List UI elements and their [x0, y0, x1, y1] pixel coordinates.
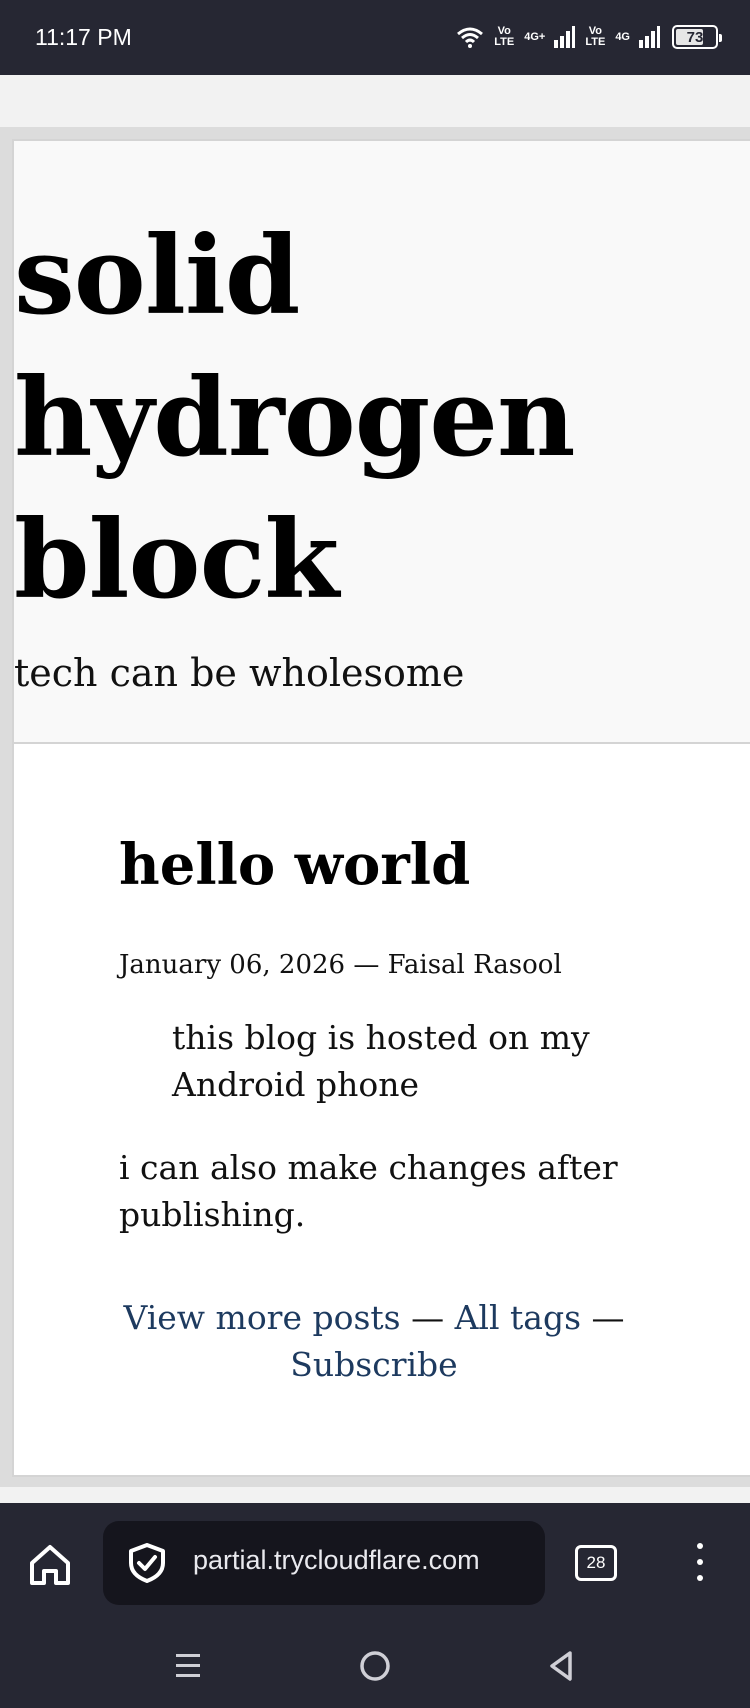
- site-title[interactable]: solid hydrogen block: [14, 205, 714, 631]
- battery-level: 73: [686, 28, 704, 46]
- status-icons: Vo LTE 4G+ Vo LTE 4G 73: [456, 22, 722, 52]
- volte-label-1: Vo LTE: [494, 25, 515, 48]
- volte-label-2: Vo LTE: [585, 25, 606, 48]
- network-gen-2: 4G: [615, 30, 630, 43]
- shield-check-icon[interactable]: [125, 1541, 169, 1585]
- site-title-line-1[interactable]: solid: [14, 213, 300, 339]
- subscribe-link[interactable]: Subscribe: [290, 1345, 457, 1384]
- signal-icon-1: [554, 26, 576, 48]
- post-meta: January 06, 2026 — Faisal Rasool: [119, 950, 562, 980]
- post-card: hello world January 06, 2026 — Faisal Ra…: [12, 742, 750, 1477]
- url-text[interactable]: partial.trycloudflare.com: [193, 1545, 480, 1576]
- battery-icon: 73: [672, 25, 722, 49]
- post-title: hello world: [119, 832, 471, 898]
- status-time: 11:17 PM: [35, 24, 132, 50]
- site-title-line-2[interactable]: hydrogen: [14, 355, 575, 481]
- web-page: solid hydrogen block tech can be wholeso…: [0, 75, 750, 1503]
- status-bar: 11:17 PM Vo LTE 4G+ Vo LTE 4G 73: [0, 0, 750, 75]
- site-title-line-3[interactable]: block: [14, 497, 339, 623]
- view-more-posts-link[interactable]: View more posts: [123, 1298, 400, 1337]
- back-icon[interactable]: [542, 1646, 582, 1686]
- tab-switcher-button[interactable]: 28: [575, 1545, 617, 1581]
- all-tags-link[interactable]: All tags: [455, 1298, 581, 1337]
- network-gen-1: 4G+: [524, 30, 546, 43]
- browser-toolbar: partial.trycloudflare.com 28: [0, 1503, 750, 1626]
- site-header: solid hydrogen block tech can be wholeso…: [12, 139, 750, 744]
- content-frame: solid hydrogen block tech can be wholeso…: [0, 127, 750, 1487]
- site-tagline: tech can be wholesome: [14, 651, 465, 695]
- link-separator: —: [581, 1298, 625, 1337]
- system-nav-bar: [0, 1626, 750, 1708]
- recents-icon[interactable]: [168, 1646, 208, 1686]
- home-circle-icon[interactable]: [355, 1646, 395, 1686]
- wifi-icon: [457, 27, 484, 48]
- post-links: View more posts — All tags — Subscribe: [109, 1294, 639, 1388]
- link-separator: —: [400, 1298, 455, 1337]
- post-body: i can also make changes after publishing…: [119, 1148, 618, 1234]
- home-icon: [30, 1545, 70, 1585]
- more-vertical-icon[interactable]: [690, 1543, 710, 1587]
- browser-home-button[interactable]: [26, 1541, 74, 1589]
- address-bar[interactable]: partial.trycloudflare.com: [103, 1521, 545, 1605]
- post-quote: this blog is hosted on my Android phone: [172, 1018, 590, 1104]
- tab-count: 28: [586, 1553, 606, 1572]
- signal-icon-2: [639, 26, 660, 48]
